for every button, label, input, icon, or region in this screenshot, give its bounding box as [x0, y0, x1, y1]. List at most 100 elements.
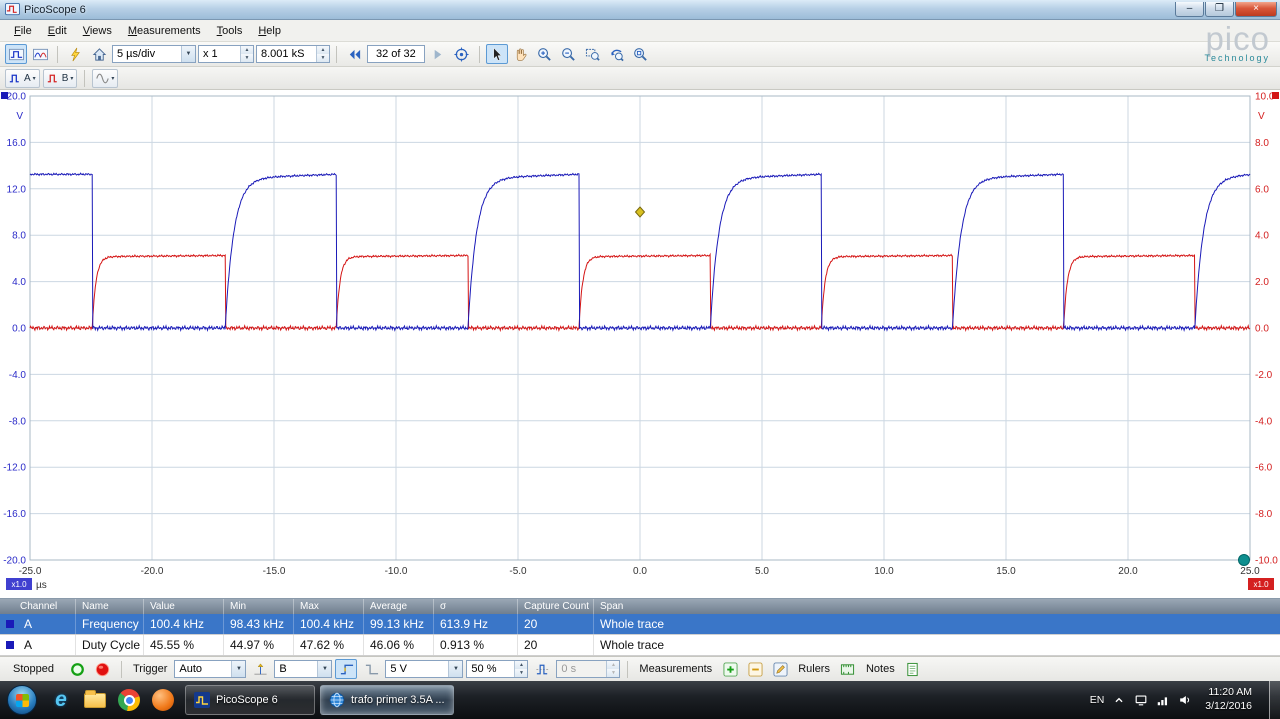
trigger-mode-select[interactable]: Auto ▼: [174, 660, 247, 678]
trigger-diamond[interactable]: [634, 206, 646, 218]
window-controls: – ❐ ×: [1174, 2, 1277, 17]
column-header[interactable]: Channel: [0, 599, 76, 614]
task-button-trafo-primer[interactable]: trafo primer 3.5A ...: [320, 685, 454, 715]
scope-view[interactable]: -25.0 -20.0 -15.0 -10.0 -5.0 0.0 5.0 10.0 15.0 20…: [0, 90, 1280, 598]
spin-up-icon[interactable]: ▲: [515, 661, 528, 669]
sample-count-spin[interactable]: 8.001 kS ▲ ▼: [256, 45, 330, 63]
pretrigger-percent-spin[interactable]: 50 % ▲ ▼: [466, 660, 529, 678]
media-taskbar-button[interactable]: [146, 685, 180, 715]
start-button[interactable]: [7, 685, 37, 715]
trigger-marker-button[interactable]: [249, 659, 271, 679]
menu-edit[interactable]: Edit: [40, 22, 75, 40]
separator: [57, 45, 58, 63]
buffer-navigator-button[interactable]: [451, 44, 473, 64]
hand-tool-button[interactable]: [510, 44, 532, 64]
rising-edge-button[interactable]: [335, 659, 358, 679]
channel-a-button[interactable]: A ▾: [5, 68, 40, 88]
auto-setup-button[interactable]: [64, 44, 86, 64]
menu-tools[interactable]: Tools: [209, 22, 251, 40]
column-header[interactable]: Name: [76, 599, 144, 614]
channel-a-axis-handle[interactable]: [1, 92, 8, 99]
next-buffer-button[interactable]: [427, 44, 449, 64]
display-tray-icon[interactable]: [1134, 693, 1148, 707]
show-desktop-button[interactable]: [1269, 681, 1280, 719]
menu-measurements[interactable]: Measurements: [120, 22, 209, 40]
task-button-picoscope[interactable]: PicoScope 6: [185, 685, 315, 715]
marker-dot[interactable]: [1238, 554, 1250, 566]
trigger-level-select[interactable]: 5 V ▼: [385, 660, 464, 678]
delete-measurement-button[interactable]: [769, 659, 791, 679]
maximize-button[interactable]: ❐: [1205, 2, 1234, 17]
column-header[interactable]: Value: [144, 599, 224, 614]
zoom-out-button[interactable]: [558, 44, 580, 64]
edit-measurement-button[interactable]: [744, 659, 766, 679]
svg-text:6.0: 6.0: [1255, 184, 1269, 195]
volume-icon[interactable]: [1178, 693, 1192, 707]
rulers-button[interactable]: [837, 659, 859, 679]
first-buffer-button[interactable]: [343, 44, 365, 64]
trigger-source-select[interactable]: B ▼: [274, 660, 333, 678]
svg-text:10.0: 10.0: [1255, 92, 1275, 103]
spin-down-icon[interactable]: ▼: [515, 669, 528, 677]
dropdown-arrow-icon[interactable]: ▼: [231, 661, 246, 677]
ie-taskbar-button[interactable]: [44, 685, 78, 715]
measurement-row[interactable]: A Frequency 100.4 kHz 98.43 kHz 100.4 kHz 99.…: [0, 614, 1280, 635]
column-header[interactable]: Average: [364, 599, 434, 614]
measurements-table: Channel Name Value Min Max Average σ Capture Co…: [0, 598, 1280, 656]
dropdown-arrow-icon[interactable]: ▼: [317, 661, 332, 677]
column-header[interactable]: Max: [294, 599, 364, 614]
timebase-select[interactable]: 5 µs/div ▼: [112, 45, 196, 63]
measurement-row[interactable]: A Duty Cycle 45.55 % 44.97 % 47.62 % 46.06 % 0…: [0, 635, 1280, 656]
math-channels-button[interactable]: ▾: [92, 68, 119, 88]
clock[interactable]: 11:20 AM 3/12/2016: [1205, 686, 1252, 713]
spin-down-icon[interactable]: ▼: [241, 54, 253, 62]
svg-text:-12.0: -12.0: [3, 463, 26, 474]
zoom-in-button[interactable]: [534, 44, 556, 64]
run-button[interactable]: [67, 659, 89, 679]
spin-down-icon[interactable]: ▼: [317, 54, 329, 62]
undo-zoom-button[interactable]: [606, 44, 628, 64]
menu-help[interactable]: Help: [250, 22, 289, 40]
channel-b-button[interactable]: B ▾: [42, 68, 78, 88]
svg-text:0.0: 0.0: [1255, 324, 1269, 335]
add-measurement-button[interactable]: [719, 659, 741, 679]
home-settings-button[interactable]: [88, 44, 110, 64]
chevron-up-icon[interactable]: [1112, 693, 1126, 707]
svg-text:0.0: 0.0: [12, 324, 26, 335]
menu-views[interactable]: Views: [75, 22, 120, 40]
explorer-taskbar-button[interactable]: [78, 685, 112, 715]
dropdown-arrow-icon[interactable]: ▼: [448, 661, 463, 677]
record-stop-button[interactable]: [92, 659, 114, 679]
column-header[interactable]: Span: [594, 599, 1280, 614]
zoom-full-button[interactable]: [630, 44, 652, 64]
advanced-trigger-button[interactable]: [360, 659, 382, 679]
spin-down-icon[interactable]: ▼: [607, 669, 620, 677]
column-header[interactable]: σ: [434, 599, 518, 614]
scope-view-button[interactable]: [5, 44, 27, 64]
normal-selection-button[interactable]: [485, 44, 508, 64]
channel-b-axis-handle[interactable]: [1272, 92, 1279, 99]
minimize-button[interactable]: –: [1175, 2, 1204, 17]
language-indicator[interactable]: EN: [1090, 694, 1105, 706]
spin-up-icon[interactable]: ▲: [607, 661, 620, 669]
persistence-view-button[interactable]: [29, 44, 51, 64]
close-button[interactable]: ×: [1235, 2, 1277, 17]
marquee-zoom-button[interactable]: [582, 44, 604, 64]
horizontal-zoom-spin[interactable]: x 1 ▲ ▼: [198, 45, 254, 63]
column-header[interactable]: Capture Count: [518, 599, 594, 614]
notes-button[interactable]: [902, 659, 924, 679]
measurement-cell: 47.62 %: [294, 635, 364, 655]
buffer-position[interactable]: 32 of 32: [367, 45, 425, 63]
menu-file[interactable]: File: [6, 22, 40, 40]
scope-plot[interactable]: -25.0 -20.0 -15.0 -10.0 -5.0 0.0 5.0 10.0 15.0 20…: [0, 90, 1280, 598]
chrome-taskbar-button[interactable]: [112, 685, 146, 715]
ie-icon: [55, 689, 67, 711]
set-trigger-50-button[interactable]: [531, 659, 553, 679]
column-header[interactable]: Min: [224, 599, 294, 614]
dropdown-arrow-icon[interactable]: ▼: [181, 46, 195, 62]
network-icon[interactable]: [1156, 693, 1170, 707]
bottom-toolbar: Stopped Trigger Auto ▼ B ▼ 5 V ▼ 50 % ▲ ▼ 0 s ▲ ▼ Meas…: [0, 656, 1280, 681]
spin-up-icon[interactable]: ▲: [241, 46, 253, 54]
spin-up-icon[interactable]: ▲: [317, 46, 329, 54]
title-bar[interactable]: PicoScope 6 – ❐ ×: [0, 0, 1280, 20]
